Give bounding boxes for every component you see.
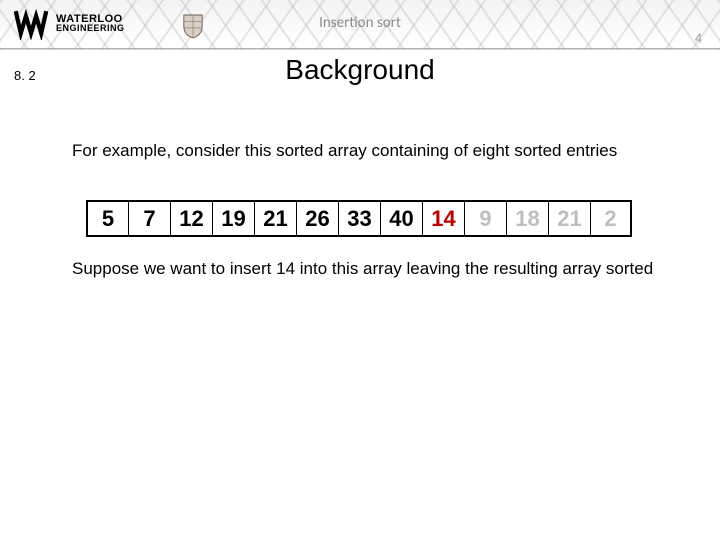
slide-topic: Insertion sort	[0, 14, 720, 32]
array-cell: 19	[212, 200, 254, 237]
array-cell: 7	[128, 200, 170, 237]
array-cell: 26	[296, 200, 338, 237]
page-number: 4	[695, 30, 702, 47]
array-cell: 5	[86, 200, 128, 237]
paragraph-2: Suppose we want to insert 14 into this a…	[72, 258, 672, 279]
array-cell: 12	[170, 200, 212, 237]
array-cell-unsorted: 18	[506, 200, 548, 237]
paragraph-1: For example, consider this sorted array …	[72, 140, 672, 161]
array-diagram: 5 7 12 19 21 26 33 40 14 9 18 21 2	[86, 200, 632, 237]
array-cell: 33	[338, 200, 380, 237]
array-cell: 40	[380, 200, 422, 237]
slide-title: Background	[0, 54, 720, 86]
array-cell-unsorted: 2	[590, 200, 632, 237]
header-divider	[0, 48, 720, 50]
array-cell-unsorted: 21	[548, 200, 590, 237]
array-cell-unsorted: 9	[464, 200, 506, 237]
array-cell: 21	[254, 200, 296, 237]
array-cell-insert: 14	[422, 200, 464, 237]
